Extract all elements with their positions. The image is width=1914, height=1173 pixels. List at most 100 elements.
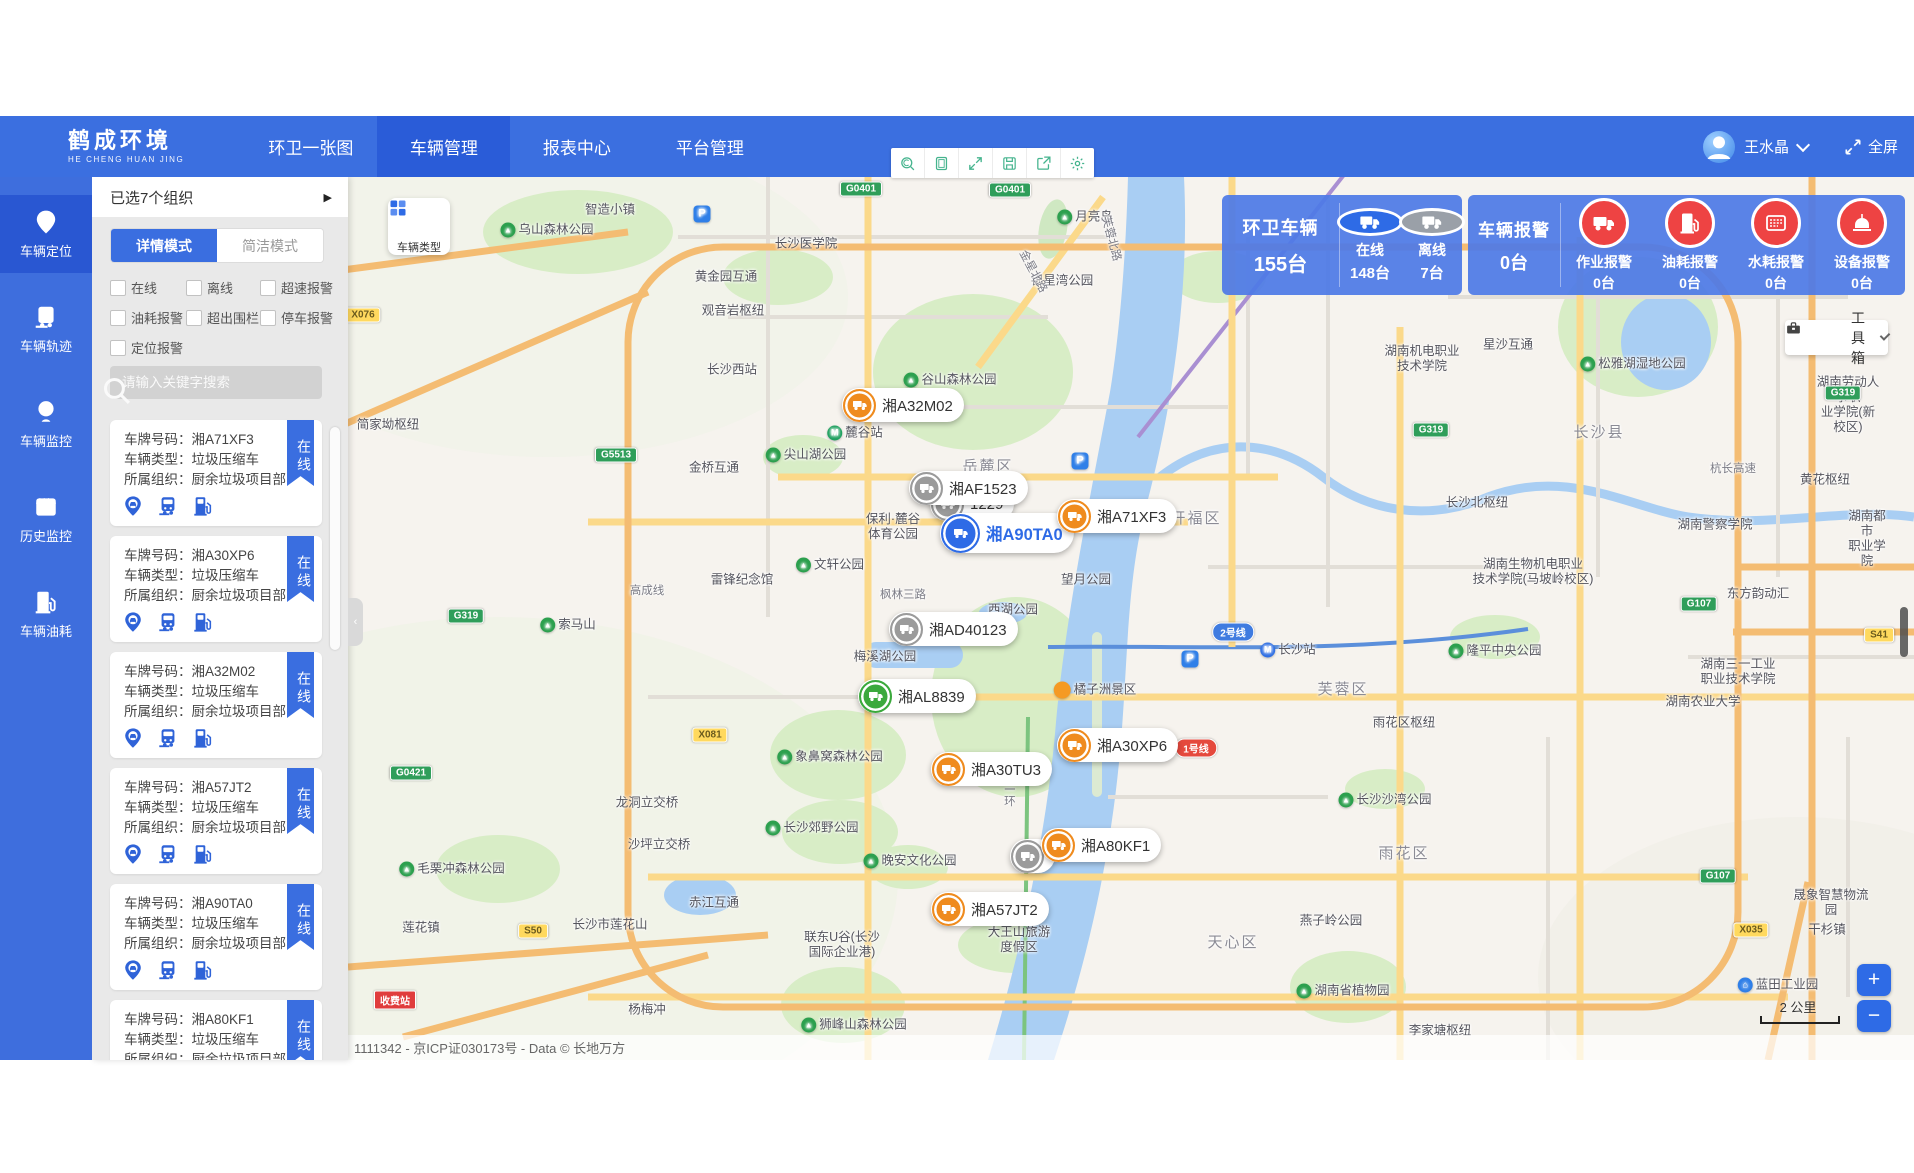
vehicle-marker-湘AL8839[interactable]: 湘AL8839 (858, 679, 976, 713)
park-icon: ▲ (903, 373, 918, 388)
sidebar-item-车辆监控[interactable]: 车辆监控 (0, 385, 92, 463)
vehicle-marker-湘A90TA0[interactable]: 湘A90TA0 (940, 513, 1074, 553)
vehicle-card[interactable]: 车牌号码：湘A32M02车辆类型：垃圾压缩车所属组织：厨余垃圾项目部在线 (110, 652, 322, 758)
map-scrollbar[interactable] (1900, 607, 1908, 657)
zoom-out-button[interactable]: − (1857, 1000, 1891, 1032)
truck-icon (1067, 737, 1083, 753)
map-label: 天心区 (1207, 934, 1258, 952)
orange-icon (1054, 682, 1071, 699)
checkbox-icon[interactable] (260, 310, 276, 326)
fuel-icon[interactable] (192, 495, 214, 517)
filter-定位报警[interactable]: 定位报警 (110, 338, 186, 357)
vehicle-marker-湘A30TU3[interactable]: 湘A30TU3 (931, 752, 1052, 786)
checkbox-icon[interactable] (110, 310, 126, 326)
panel-collapse-handle[interactable]: ‹ (348, 598, 363, 646)
grid-icon (388, 198, 450, 235)
card-field: 所属组织：厨余垃圾项目部 (124, 816, 286, 836)
checkbox-icon[interactable] (110, 340, 126, 356)
sidebar-item-label: 车辆定位 (20, 241, 72, 260)
fuel-icon[interactable] (192, 727, 214, 749)
filter-超速报警[interactable]: 超速报警 (260, 278, 335, 297)
vehicle-marker-湘A30XP6[interactable]: 湘A30XP6 (1057, 728, 1178, 762)
bus-icon[interactable] (157, 843, 179, 865)
user-avatar[interactable] (1703, 131, 1735, 163)
vehicle-card[interactable]: 车牌号码：湘A30XP6车辆类型：垃圾压缩车所属组织：厨余垃圾项目部在线 (110, 536, 322, 642)
truck-icon (899, 621, 915, 637)
car-pin-icon[interactable] (122, 495, 144, 517)
filter-label: 停车报警 (281, 308, 333, 327)
filter-超出围栏[interactable]: 超出围栏 (186, 308, 260, 327)
zoom-in-button[interactable]: + (1857, 964, 1891, 996)
map-tool-measure-icon[interactable] (891, 148, 925, 178)
car-pin-icon[interactable] (122, 727, 144, 749)
toolbox-button[interactable]: 工具箱 (1785, 320, 1888, 355)
filter-离线[interactable]: 离线 (186, 278, 260, 297)
org-expand-icon[interactable]: ▶ (324, 191, 332, 204)
sidebar-item-车辆油耗[interactable]: 车辆油耗 (0, 575, 92, 653)
vehicle-marker-湘AD40123[interactable]: 湘AD40123 (889, 612, 1018, 646)
bus-icon[interactable] (157, 727, 179, 749)
checkbox-icon[interactable] (186, 280, 202, 296)
car-pin-icon[interactable] (122, 843, 144, 865)
sidebar-item-车辆定位[interactable]: 车辆定位 (0, 195, 92, 273)
user-name[interactable]: 王水晶 (1744, 136, 1789, 157)
map-tool-frame-icon[interactable] (925, 148, 959, 178)
vehicle-marker-湘A32M02[interactable]: 湘A32M02 (842, 388, 964, 422)
card-field: 车辆类型：垃圾压缩车 (124, 1028, 259, 1048)
fuel-icon[interactable] (192, 959, 214, 981)
truck-marker-icon (1011, 840, 1044, 873)
map-label-text: 星沙互通 (1483, 338, 1533, 353)
fullscreen-button[interactable]: 全屏 (1843, 136, 1898, 157)
water-meter-icon (1751, 198, 1801, 248)
vehicle-marker-湘A57JT2[interactable]: 湘A57JT2 (931, 892, 1049, 926)
vehicle-marker-湘A71XF3[interactable]: 湘A71XF3 (1057, 499, 1177, 533)
car-pin-icon[interactable] (122, 959, 144, 981)
panel-scrollbar[interactable] (330, 427, 340, 650)
map-label: ▲隆平中央公园 (1448, 644, 1541, 659)
org-selector[interactable]: 已选7个组织 ▶ (92, 177, 348, 217)
map-tool-expand-icon[interactable] (959, 148, 993, 178)
nav-tab-报表中心[interactable]: 报表中心 (510, 116, 643, 177)
fuel-icon (1678, 211, 1702, 235)
filter-在线[interactable]: 在线 (110, 278, 186, 297)
filter-油耗报警[interactable]: 油耗报警 (110, 308, 186, 327)
fuel-icon[interactable] (192, 843, 214, 865)
vehicle-type-button[interactable]: 车辆类型 (388, 198, 450, 255)
vehicle-card[interactable]: 车牌号码：湘A57JT2车辆类型：垃圾压缩车所属组织：厨余垃圾项目部在线 (110, 768, 322, 874)
checkbox-icon[interactable] (186, 310, 202, 326)
fuel-icon[interactable] (192, 611, 214, 633)
map-canvas[interactable]: 智造小镇▲乌山森林公园长沙医学院黄金园互通▲月亮岛观音岩枢纽银星湾公园金星北路芙… (348, 177, 1914, 1060)
bus-icon[interactable] (157, 495, 179, 517)
filter-停车报警[interactable]: 停车报警 (260, 308, 335, 327)
checkbox-icon[interactable] (260, 280, 276, 296)
vehicle-card[interactable]: 车牌号码：湘A71XF3车辆类型：垃圾压缩车所属组织：厨余垃圾项目部在线 (110, 420, 322, 526)
vehicle-card[interactable]: 车牌号码：湘A90TA0车辆类型：垃圾压缩车所属组织：厨余垃圾项目部在线 (110, 884, 322, 990)
car-pin-icon[interactable] (122, 611, 144, 633)
nav-tab-车辆管理[interactable]: 车辆管理 (377, 116, 510, 177)
bus-icon[interactable] (157, 959, 179, 981)
checkbox-icon[interactable] (110, 280, 126, 296)
truck-marker-icon (890, 613, 923, 646)
map-tool-gear-icon[interactable] (1061, 148, 1094, 178)
camera-icon (33, 399, 59, 425)
nav-tab-平台管理[interactable]: 平台管理 (643, 116, 776, 177)
map-tool-share-icon[interactable] (1027, 148, 1061, 178)
vehicle-marker-湘A80KF1[interactable]: 湘A80KF1 (1041, 828, 1161, 862)
nav-tab-环卫一张图[interactable]: 环卫一张图 (244, 116, 377, 177)
chevron-down-icon[interactable] (1796, 137, 1810, 151)
tab-详情模式[interactable]: 详情模式 (111, 229, 217, 262)
bus-icon[interactable] (157, 611, 179, 633)
sidebar-item-车辆轨迹[interactable]: 车辆轨迹 (0, 290, 92, 368)
map-label-text: 天心区 (1207, 934, 1258, 952)
vehicle-card[interactable]: 车牌号码：湘A80KF1车辆类型：垃圾压缩车所属组织：厨余垃圾项目部在线 (110, 1000, 322, 1060)
truck-marker-icon (1058, 729, 1091, 762)
status-badge: 在线 (287, 536, 314, 602)
fleet-value: 155台 (1254, 248, 1307, 277)
sidebar-item-历史监控[interactable]: 历史监控 (0, 480, 92, 558)
device-icon (1850, 211, 1874, 235)
map-label-text: 湖南生物机电职业 技术学院(马坡岭校区) (1473, 557, 1594, 587)
map-tool-save-icon[interactable] (993, 148, 1027, 178)
tab-简洁模式[interactable]: 简洁模式 (217, 229, 323, 262)
vehicle-marker-湘AF1523[interactable]: 湘AF1523 (909, 471, 1028, 505)
card-field: 车牌号码：湘A57JT2 (124, 776, 252, 796)
